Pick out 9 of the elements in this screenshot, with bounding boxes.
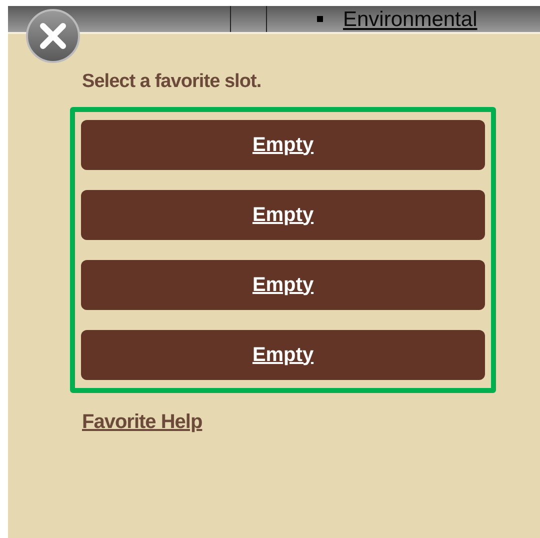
prompt-text: Select a favorite slot. [82,70,262,94]
favorite-slot-button[interactable]: Empty [81,190,485,240]
environmental-link[interactable]: Environmental [343,8,478,30]
favorite-slot-button[interactable]: Empty [81,260,485,310]
bullet-icon [317,16,323,22]
close-icon [38,21,68,51]
favorite-slot-button[interactable]: Empty [81,330,485,380]
favorite-slot-button[interactable]: Empty [81,120,485,170]
favorite-help-link[interactable]: Favorite Help [82,406,202,436]
